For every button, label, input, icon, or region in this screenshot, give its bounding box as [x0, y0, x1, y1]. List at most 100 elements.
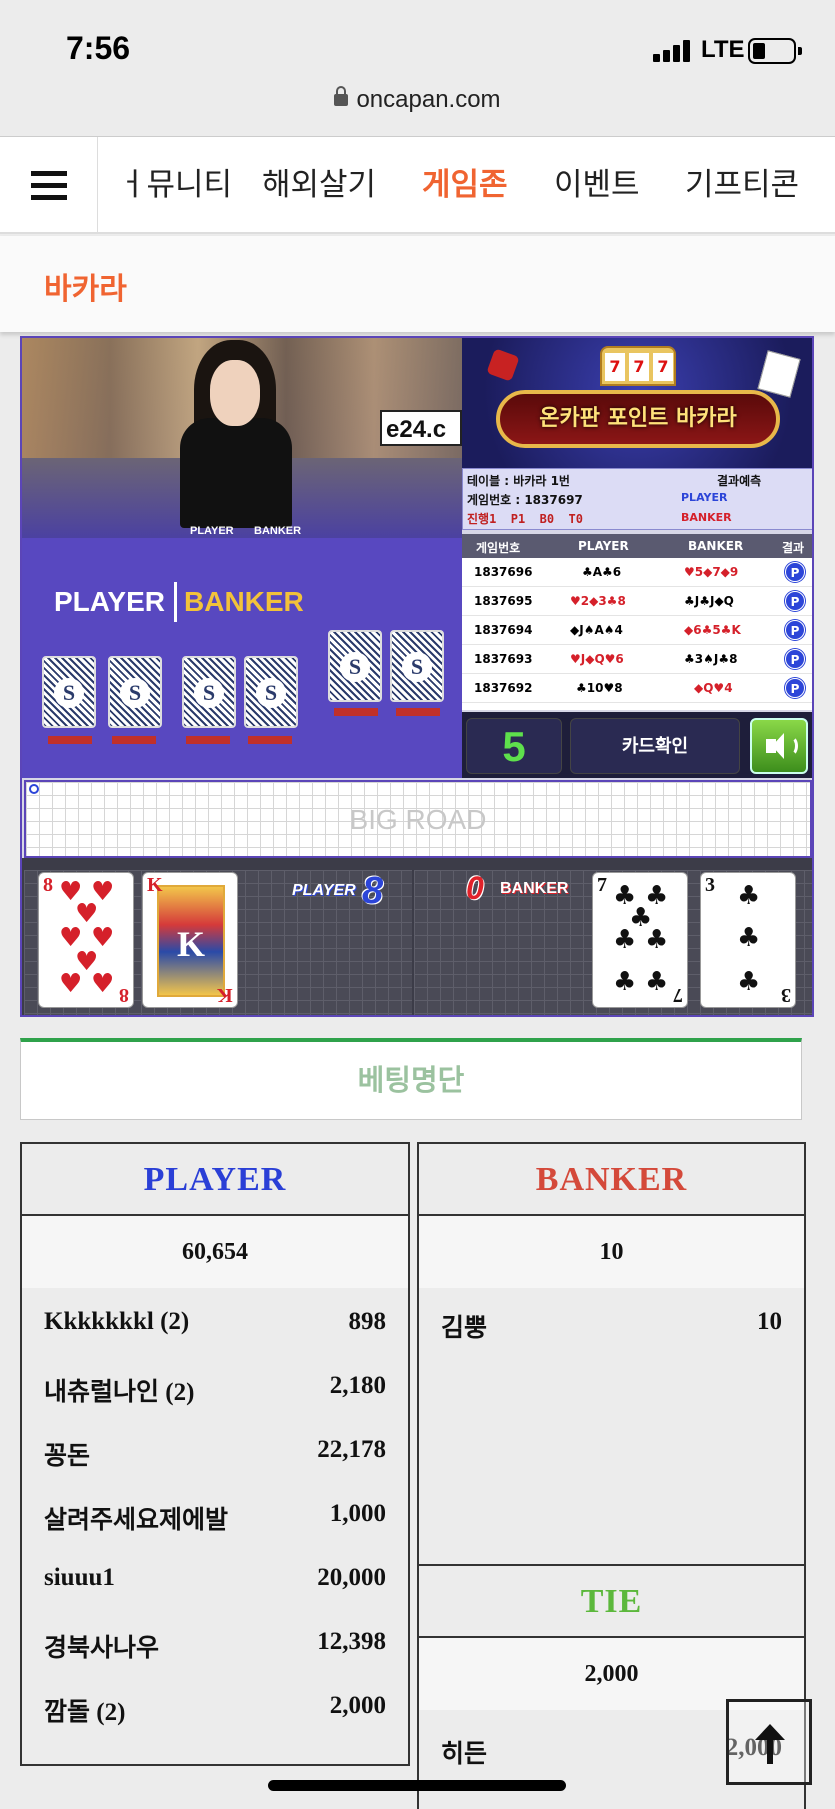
result-badge: P: [785, 620, 805, 640]
card-check-button[interactable]: 카드확인: [570, 718, 740, 774]
home-indicator[interactable]: [268, 1780, 566, 1791]
player-card: K K: [142, 872, 238, 1008]
road-marker: [29, 784, 39, 794]
card-slot: [248, 736, 292, 744]
sound-icon[interactable]: [750, 718, 808, 774]
banker-bets-column: BANKER 10 김뿡 10: [417, 1142, 806, 1566]
table-card: S: [244, 656, 298, 728]
card-rank: K: [217, 984, 233, 1006]
nav-item-community[interactable]: ㅓ뮤니티: [118, 137, 232, 233]
history-number: 1837694: [474, 623, 533, 637]
table-banker-label: BANKER: [184, 586, 304, 617]
url-text: oncapan.com: [356, 86, 501, 113]
predict-player[interactable]: PLAYER: [681, 491, 727, 504]
card-slot: [334, 708, 378, 716]
bettor-name: 살려주세요제에발: [44, 1507, 229, 1534]
slot-machine-icon: 777: [600, 346, 676, 386]
card-rank: 8: [43, 874, 53, 896]
history-number: 1837692: [474, 681, 533, 695]
history-player-cards: ◆J♠A♠4: [570, 623, 623, 637]
nav-item-gamezone[interactable]: 게임존: [422, 137, 508, 233]
menu-icon[interactable]: [0, 137, 98, 233]
card-rank: 7: [673, 984, 683, 1006]
history-row: 1837694 ◆J♠A♠4 ◆6♣5♣K P: [462, 616, 812, 645]
player-bets-column: PLAYER 60,654 Kkkkkkkl (2) 898 내츄럴나인 (2) 2…: [20, 1142, 410, 1766]
slot-digit: 7: [605, 353, 625, 381]
bettor-name: Kkkkkkkl (2): [44, 1308, 190, 1335]
bet-amount: 12,398: [317, 1628, 386, 1655]
predict-banker[interactable]: BANKER: [681, 511, 732, 524]
bet-amount: 2,180: [329, 1372, 386, 1399]
card-slot: [48, 736, 92, 744]
history-col-number: 게임번호: [476, 541, 521, 555]
info-table: 테이블 : 바카라 1번: [467, 474, 570, 488]
banker-bets-total: 10: [419, 1216, 804, 1288]
bet-row: 경북사나우 12,398: [22, 1610, 408, 1674]
history-row: 1837696 ♣A♣6 ♥5◆7◆9 P: [462, 558, 812, 587]
nav-item-overseas[interactable]: 해외살기: [262, 137, 376, 233]
table-card: S: [108, 656, 162, 728]
live-video: e24.c PLAYER BANKER PLAYER BANKER S S S …: [22, 338, 462, 778]
history-number: 1837693: [474, 652, 533, 666]
bettor-name: siuuu1: [44, 1564, 115, 1591]
player-bets-total: 60,654: [22, 1216, 408, 1288]
bet-amount: 10: [757, 1308, 782, 1335]
player-hand-panel: 8 ♥♥ ♥ ♥♥ ♥ ♥♥ 8 K K PLAYER 8: [24, 870, 412, 1015]
bettor-name: 내츄럴나인 (2): [44, 1379, 195, 1406]
dice-icon: [486, 348, 520, 382]
card-rank: K: [147, 874, 163, 896]
game-frame: e24.c PLAYER BANKER PLAYER BANKER S S S …: [20, 336, 814, 1017]
history-banker-cards: ♣J♣J◆Q: [684, 594, 734, 608]
bet-row: siuuu1 20,000: [22, 1546, 408, 1610]
banker-hand-label: BANKER: [500, 880, 569, 897]
bet-amount: 1,000: [329, 1500, 386, 1527]
bettor-name: 깜돌 (2): [44, 1699, 126, 1726]
history-banker-cards: ♣3♠J♣8: [684, 652, 738, 666]
card-slot: [112, 736, 156, 744]
nav-item-event[interactable]: 이벤트: [554, 137, 640, 233]
bet-amount: 898: [348, 1308, 387, 1335]
game-info: 테이블 : 바카라 1번 게임번호 : 1837697 진행1 P1 B0 T0…: [462, 468, 812, 530]
nav-item-gifticon[interactable]: 기프티콘: [685, 137, 799, 233]
slot-digit: 7: [653, 353, 673, 381]
bettor-name: 김뿡: [441, 1315, 488, 1342]
banker-card: 7 ♣ ♣ ♣ ♣ ♣ ♣ ♣ 7: [592, 872, 688, 1008]
bet-row: 살려주세요제에발 1,000: [22, 1482, 408, 1546]
history-banker-cards: ◆6♣5♣K: [684, 623, 741, 637]
card-rank: 7: [597, 874, 607, 896]
history-row: 1837695 ♥2◆3♣8 ♣J♣J◆Q P: [462, 587, 812, 616]
game-history-table: 게임번호 PLAYER BANKER 결과 1837696 ♣A♣6 ♥5◆7◆…: [462, 534, 812, 710]
banner-plate: 온카판 포인트 바카라: [496, 390, 780, 448]
bet-amount: 22,178: [317, 1436, 386, 1463]
scroll-to-top-button[interactable]: [726, 1699, 812, 1785]
table-card: S: [328, 630, 382, 702]
status-time: 7:56: [66, 30, 131, 66]
history-banker-cards: ◆Q♥4: [694, 681, 733, 695]
history-col-result: 결과: [782, 541, 805, 555]
bettor-name: 히든: [441, 1741, 488, 1768]
page-title[interactable]: 바카라: [44, 264, 127, 308]
card-slot: [186, 736, 230, 744]
dealer-face: [210, 360, 260, 426]
player-score: 8: [362, 870, 384, 912]
bet-row: Kkkkkkkl (2) 898: [22, 1290, 408, 1354]
countdown-timer: 5: [466, 718, 562, 774]
card-rank: 3: [781, 984, 791, 1006]
bet-row: 김뿡 10: [419, 1290, 804, 1354]
player-card: 8 ♥ ♥ ♥ ♥ ♥ ♥ ♥ ♥ 8: [38, 872, 134, 1008]
dealer-body: [180, 418, 292, 528]
history-row: 1837693 ♥J◆Q♥6 ♣3♠J♣8 P: [462, 645, 812, 674]
table-card: S: [42, 656, 96, 728]
banker-card: 3 ♣ ♣ ♣ 3: [700, 872, 796, 1008]
game-banner: 777 온카판 포인트 바카라: [462, 338, 812, 468]
player-hand-label: PLAYER: [292, 882, 356, 899]
history-player-cards: ♣10♥8: [576, 681, 623, 695]
url-bar[interactable]: oncapan.com: [0, 86, 835, 136]
slot-digit: 7: [629, 353, 649, 381]
tie-bets-title: TIE: [419, 1566, 804, 1638]
status-bar: 7:56 LTE: [0, 0, 835, 90]
banker-bets-title: BANKER: [419, 1144, 804, 1216]
card-rank: 8: [119, 984, 129, 1006]
history-number: 1837695: [474, 594, 533, 608]
result-badge: P: [785, 649, 805, 669]
